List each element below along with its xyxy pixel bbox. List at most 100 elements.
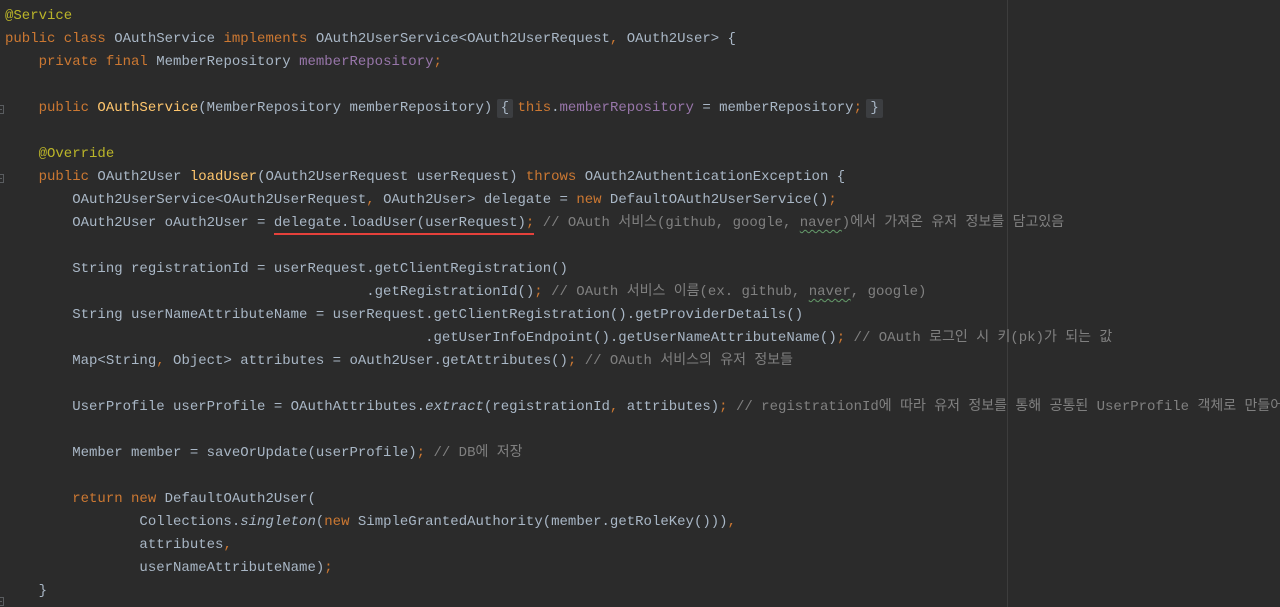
code-line[interactable] bbox=[5, 74, 1280, 97]
code-token: @Service bbox=[5, 8, 73, 24]
code-token: attributes bbox=[5, 537, 224, 553]
typo-word: naver bbox=[808, 284, 851, 300]
underlined-code-token: delegate.loadUser(userRequest) bbox=[273, 212, 526, 235]
code-token: (MemberRepository memberRepository) bbox=[198, 100, 501, 116]
code-token: OAuth2UserService<OAuth2UserRequest bbox=[315, 31, 610, 47]
code-token: Collections. bbox=[5, 514, 241, 530]
code-line[interactable]: @Override bbox=[5, 143, 1280, 166]
code-line[interactable]: UserProfile userProfile = OAuthAttribute… bbox=[5, 396, 1280, 419]
code-token: Member member = saveOrUpdate(userProfile… bbox=[5, 445, 417, 461]
code-line[interactable]: String userNameAttributeName = userReque… bbox=[5, 304, 1280, 327]
code-token: , bbox=[156, 353, 174, 369]
code-area[interactable]: @Service public class OAuthService implem… bbox=[5, 5, 1280, 603]
code-token: new bbox=[324, 514, 358, 530]
code-token: UserProfile userProfile = OAuthAttribute… bbox=[5, 399, 426, 415]
code-token: attributes) bbox=[626, 399, 720, 415]
code-line[interactable]: OAuth2User oAuth2User = delegate.loadUse… bbox=[5, 212, 1280, 235]
editor-gutter bbox=[0, 0, 5, 607]
code-token: ; bbox=[828, 192, 837, 208]
fold-marker-icon[interactable] bbox=[0, 105, 4, 114]
code-line[interactable] bbox=[5, 465, 1280, 488]
code-token: // OAuth 서비스 이름(ex. github, bbox=[542, 284, 809, 300]
code-token: public bbox=[5, 100, 98, 116]
code-token: . bbox=[551, 100, 560, 116]
code-line[interactable] bbox=[5, 235, 1280, 258]
code-token: ; bbox=[324, 560, 333, 576]
code-line[interactable] bbox=[5, 419, 1280, 442]
code-token: , bbox=[366, 192, 384, 208]
code-token: public bbox=[5, 169, 98, 185]
code-token: DefaultOAuth2User( bbox=[164, 491, 316, 507]
code-line[interactable]: @Service bbox=[5, 5, 1280, 28]
code-token: return new bbox=[5, 491, 165, 507]
typo-word: naver bbox=[799, 215, 842, 231]
code-token: implements bbox=[223, 31, 316, 47]
code-token: OAuth2User bbox=[97, 169, 190, 185]
code-token: = memberRepository bbox=[693, 100, 854, 116]
code-token: OAuthService bbox=[114, 31, 224, 47]
code-token: ; bbox=[416, 445, 426, 461]
code-token: // DB에 저장 bbox=[425, 445, 523, 461]
code-line[interactable]: OAuth2UserService<OAuth2UserRequest, OAu… bbox=[5, 189, 1280, 212]
code-token: new bbox=[576, 192, 610, 208]
code-token: OAuth2User> delegate = bbox=[383, 192, 577, 208]
folded-brace[interactable]: } bbox=[866, 97, 884, 120]
code-token: Map<String bbox=[5, 353, 157, 369]
code-token: .getUserInfoEndpoint().getUserNameAttrib… bbox=[5, 330, 837, 346]
code-token: ( bbox=[315, 514, 325, 530]
code-line[interactable]: public OAuthService (MemberRepository mem… bbox=[5, 97, 1280, 120]
code-token: // registrationId에 따라 유저 정보를 통해 공통된 User… bbox=[727, 399, 1280, 415]
code-token: OAuth2User> { bbox=[626, 31, 736, 47]
code-token: ; bbox=[534, 284, 543, 300]
code-token: .getRegistrationId() bbox=[5, 284, 535, 300]
code-line[interactable] bbox=[5, 120, 1280, 143]
code-line[interactable]: attributes, bbox=[5, 534, 1280, 557]
code-token: ; bbox=[567, 353, 577, 369]
folded-brace[interactable]: { bbox=[496, 97, 514, 120]
code-token: MemberRepository bbox=[156, 54, 300, 70]
code-line[interactable]: .getRegistrationId(); // OAuth 서비스 이름(ex… bbox=[5, 281, 1280, 304]
code-token: loadUser bbox=[189, 169, 258, 185]
code-line[interactable] bbox=[5, 373, 1280, 396]
code-token: // OAuth 로그인 시 키(pk)가 되는 값 bbox=[845, 330, 1113, 346]
code-token: String userNameAttributeName = userReque… bbox=[5, 307, 804, 323]
code-token: )에서 가져온 유저 정보를 담고있음 bbox=[841, 215, 1065, 231]
code-token: , bbox=[727, 514, 736, 530]
code-line[interactable]: .getUserInfoEndpoint().getUserNameAttrib… bbox=[5, 327, 1280, 350]
underlined-code-token: ; bbox=[525, 212, 535, 235]
code-token: OAuthService bbox=[97, 100, 199, 116]
code-token: this bbox=[509, 100, 552, 116]
fold-marker-icon[interactable] bbox=[0, 174, 4, 183]
code-line[interactable]: private final MemberRepository memberRep… bbox=[5, 51, 1280, 74]
code-token: ; bbox=[433, 54, 442, 70]
code-line[interactable]: String registrationId = userRequest.getC… bbox=[5, 258, 1280, 281]
fold-marker-icon[interactable] bbox=[0, 597, 4, 606]
code-line[interactable]: Map<String, Object> attributes = oAuth2U… bbox=[5, 350, 1280, 373]
code-token: userNameAttributeName) bbox=[5, 560, 325, 576]
code-token: ; bbox=[719, 399, 728, 415]
code-token: OAuth2User oAuth2User = bbox=[5, 215, 274, 231]
code-token: DefaultOAuth2UserService() bbox=[609, 192, 829, 208]
code-token: (registrationId bbox=[483, 399, 610, 415]
code-token: throws bbox=[525, 169, 585, 185]
code-token: SimpleGrantedAuthority(member.getRoleKey… bbox=[357, 514, 728, 530]
code-editor[interactable]: @Service public class OAuthService implem… bbox=[0, 0, 1280, 607]
code-token: memberRepository bbox=[559, 100, 694, 116]
code-line[interactable]: return new DefaultOAuth2User( bbox=[5, 488, 1280, 511]
code-token: ; bbox=[836, 330, 846, 346]
code-line[interactable]: } bbox=[5, 580, 1280, 603]
code-token: , bbox=[609, 31, 627, 47]
code-token: (OAuth2UserRequest userRequest) bbox=[257, 169, 526, 185]
code-line[interactable]: Member member = saveOrUpdate(userProfile… bbox=[5, 442, 1280, 465]
code-line[interactable]: userNameAttributeName); bbox=[5, 557, 1280, 580]
code-line[interactable]: public OAuth2User loadUser (OAuth2UserReq… bbox=[5, 166, 1280, 189]
code-line[interactable]: public class OAuthService implements OAu… bbox=[5, 28, 1280, 51]
code-token: public class bbox=[5, 31, 115, 47]
code-token: memberRepository bbox=[299, 54, 434, 70]
code-line[interactable]: Collections. singleton(new SimpleGrantedA… bbox=[5, 511, 1280, 534]
code-token: // OAuth 서비스(github, google, bbox=[534, 215, 800, 231]
code-token: Object> attributes = oAuth2User.getAttri… bbox=[173, 353, 568, 369]
code-token: private final bbox=[5, 54, 157, 70]
code-token: extract bbox=[425, 399, 484, 415]
code-token: String registrationId = userRequest.getC… bbox=[5, 261, 568, 277]
